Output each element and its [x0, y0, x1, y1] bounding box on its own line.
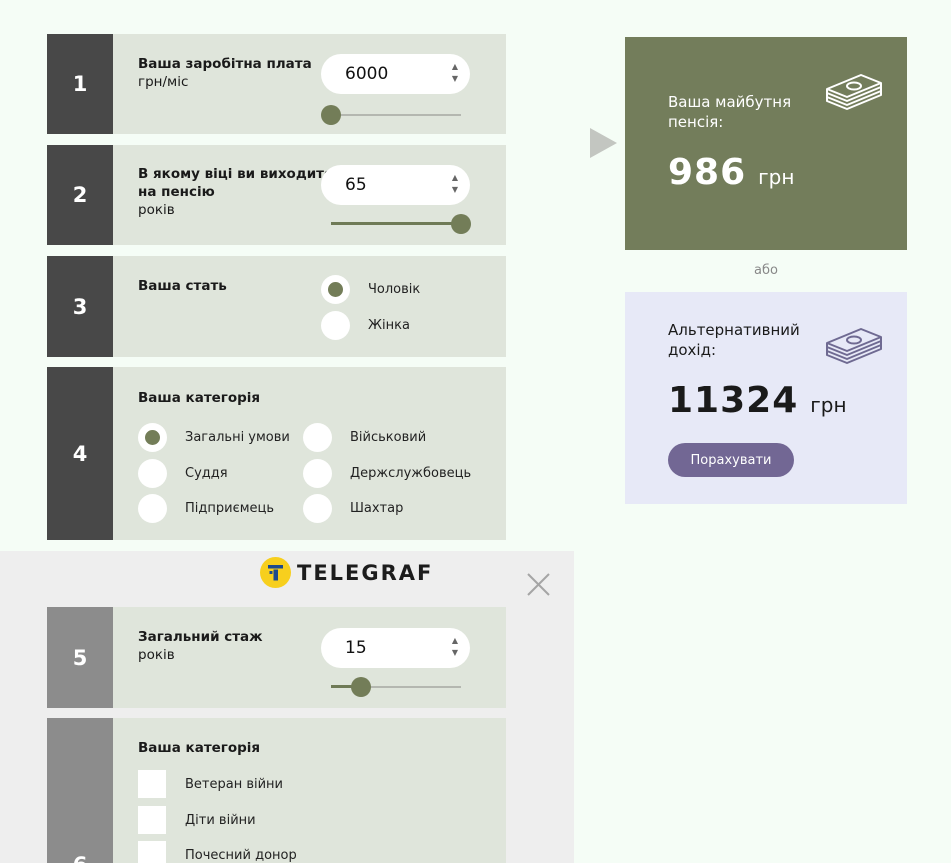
decrement-icon[interactable]: ▼: [452, 648, 458, 657]
alternative-result-value: 11324: [668, 380, 799, 421]
slider-track: [331, 114, 461, 116]
category-option-civil-servant[interactable]: Держслужбовець: [303, 459, 471, 488]
decrement-icon[interactable]: ▼: [452, 185, 458, 194]
step-title-line1: В якому віці ви виходите: [138, 166, 334, 182]
gender-option-male[interactable]: Чоловік: [321, 275, 420, 304]
age-input[interactable]: 65 ▲ ▼: [321, 165, 470, 205]
radio-button[interactable]: [321, 311, 350, 340]
step-number: 5: [47, 607, 113, 708]
slider-knob[interactable]: [321, 105, 341, 125]
step-unit: грн/міс: [138, 74, 189, 90]
slider-knob[interactable]: [350, 677, 371, 697]
radio-label: Підприємець: [185, 501, 275, 516]
calculate-button[interactable]: Порахувати: [668, 443, 794, 477]
radio-button[interactable]: [138, 423, 167, 452]
pension-result-label: Ваша майбутня пенсія:: [668, 93, 792, 131]
age-stepper[interactable]: ▲ ▼: [452, 173, 458, 194]
category-option-miner[interactable]: Шахтар: [303, 494, 403, 523]
money-stack-icon: [826, 74, 882, 110]
radio-label: Військовий: [350, 430, 427, 445]
checkbox-label: Діти війни: [185, 812, 256, 828]
step-title: Ваша категорія: [138, 390, 261, 406]
checkbox-honorary-donor[interactable]: Почесний донор: [138, 841, 297, 863]
decrement-icon[interactable]: ▼: [452, 74, 458, 83]
step-number: 3: [47, 256, 113, 357]
increment-icon[interactable]: ▲: [452, 62, 458, 71]
radio-button[interactable]: [303, 494, 332, 523]
pension-result-unit: грн: [758, 165, 795, 189]
telegraf-logo-icon: [260, 557, 291, 588]
step-unit: років: [138, 647, 175, 663]
age-value: 65: [345, 175, 367, 195]
radio-label: Шахтар: [350, 501, 404, 516]
pension-result-value: 986: [668, 152, 747, 193]
close-icon[interactable]: [527, 573, 550, 596]
experience-value: 15: [345, 638, 367, 658]
radio-label: Чоловік: [368, 282, 421, 297]
experience-stepper[interactable]: ▲ ▼: [452, 636, 458, 657]
radio-button[interactable]: [303, 459, 332, 488]
pension-result-amount: 986 грн: [668, 152, 794, 193]
radio-button[interactable]: [303, 423, 332, 452]
step-experience: 5 Загальний стаж років 15 ▲ ▼: [47, 607, 506, 708]
arrow-right-icon: [590, 128, 617, 158]
experience-slider[interactable]: [331, 677, 461, 697]
radio-label: Суддя: [185, 466, 228, 481]
checkbox[interactable]: [138, 806, 166, 834]
pension-result-card: Ваша майбутня пенсія: 986 грн: [625, 37, 907, 250]
step-extra-category: 6 Ваша категорія Ветеран війни Діти війн…: [47, 718, 506, 863]
age-slider[interactable]: [331, 214, 471, 234]
category-option-judge[interactable]: Суддя: [138, 459, 228, 488]
step-number: 1: [47, 34, 113, 134]
increment-icon[interactable]: ▲: [452, 173, 458, 182]
or-separator: або: [754, 263, 778, 278]
alternative-result-amount: 11324 грн: [668, 380, 847, 421]
telegraf-logo-text: TELEGRAF: [297, 560, 434, 585]
slider-fill: [331, 222, 461, 225]
radio-label: Жінка: [368, 318, 410, 333]
radio-button[interactable]: [321, 275, 350, 304]
step-gender: 3 Ваша стать Чоловік Жінка: [47, 256, 506, 357]
checkbox[interactable]: [138, 770, 166, 798]
radio-button[interactable]: [138, 459, 167, 488]
category-option-general[interactable]: Загальні умови: [138, 423, 290, 452]
radio-label: Загальні умови: [185, 430, 290, 445]
salary-stepper[interactable]: ▲ ▼: [452, 62, 458, 83]
step-title: Загальний стаж: [138, 629, 263, 645]
experience-input[interactable]: 15 ▲ ▼: [321, 628, 470, 668]
increment-icon[interactable]: ▲: [452, 636, 458, 645]
money-stack-icon: [826, 328, 882, 364]
radio-button[interactable]: [138, 494, 167, 523]
salary-value: 6000: [345, 64, 389, 84]
step-title: Ваша заробітна плата: [138, 56, 312, 72]
checkbox-war-children[interactable]: Діти війни: [138, 806, 256, 834]
checkbox-label: Почесний донор: [185, 847, 297, 863]
category-option-entrepreneur[interactable]: Підприємець: [138, 494, 274, 523]
step-title: Ваша категорія: [138, 740, 261, 756]
alternative-result-unit: грн: [810, 393, 847, 417]
step-title-line2: на пенсію: [138, 184, 215, 200]
checkbox-label: Ветеран війни: [185, 776, 284, 792]
step-number: 4: [47, 367, 113, 540]
step-number: 2: [47, 145, 113, 245]
salary-slider[interactable]: [321, 105, 461, 125]
alternative-income-card: Альтернативний дохід: 11324 грн Порахува…: [625, 292, 907, 504]
salary-input[interactable]: 6000 ▲ ▼: [321, 54, 470, 94]
alternative-result-label: Альтернативний дохід:: [668, 321, 800, 359]
radio-label: Держслужбовець: [350, 466, 472, 481]
category-option-military[interactable]: Військовий: [303, 423, 426, 452]
gender-option-female[interactable]: Жінка: [321, 311, 410, 340]
step-title: Ваша стать: [138, 278, 227, 294]
step-number: 6: [47, 718, 113, 863]
step-number-value: 6: [73, 853, 88, 863]
checkbox-war-veteran[interactable]: Ветеран війни: [138, 770, 283, 798]
step-unit: років: [138, 202, 175, 218]
step-retirement-age: 2 В якому віці ви виходите на пенсію рок…: [47, 145, 506, 245]
step-salary: 1 Ваша заробітна плата грн/міс 6000 ▲ ▼: [47, 34, 506, 134]
slider-knob[interactable]: [451, 214, 471, 234]
telegraf-logo: TELEGRAF: [260, 557, 433, 588]
checkbox[interactable]: [138, 841, 166, 863]
step-category: 4 Ваша категорія Загальні умови Військов…: [47, 367, 506, 540]
